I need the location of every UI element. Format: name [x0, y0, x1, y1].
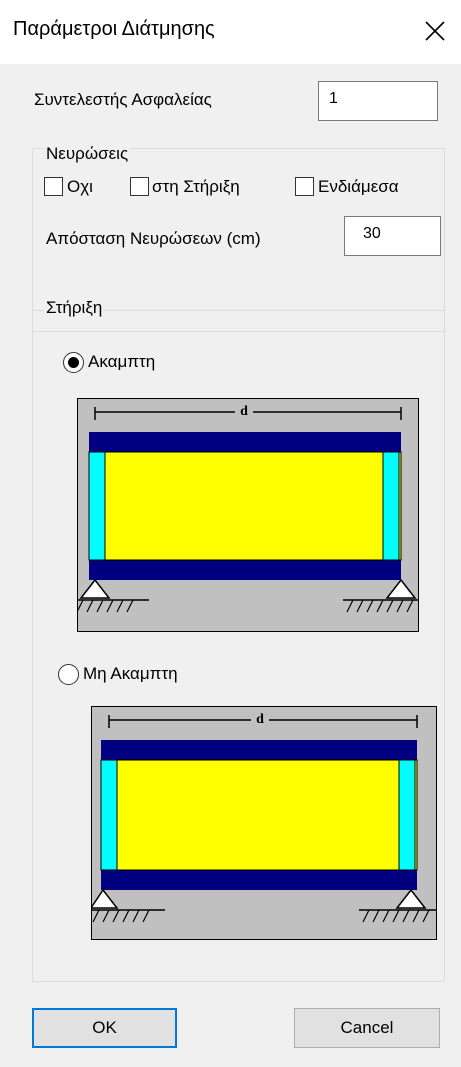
- ok-button[interactable]: OK: [32, 1008, 177, 1048]
- rigid-support-radio[interactable]: [63, 352, 84, 373]
- dialog-body: Συντελεστής Ασφαλείας 1 Νευρώσεις Οχι στ…: [0, 64, 461, 1067]
- ribs-group-title: Νευρώσεις: [44, 144, 131, 164]
- rib-support-checkbox[interactable]: [130, 177, 149, 196]
- rib-distance-label: Απόσταση Νευρώσεων (cm): [46, 229, 261, 248]
- non-rigid-support-diagram: d: [89, 705, 438, 945]
- non-rigid-support-label[interactable]: Μη Ακαμπτη: [83, 664, 178, 684]
- dimension-d-label: d: [240, 404, 248, 419]
- rigid-support-label[interactable]: Ακαμπτη: [88, 352, 155, 372]
- dimension-d-label: d: [256, 712, 264, 727]
- title-bar: Παράμετροι Διάτμησης: [0, 0, 461, 64]
- window-title: Παράμετροι Διάτμησης: [13, 18, 215, 40]
- safety-factor-input[interactable]: 1: [318, 81, 438, 121]
- non-rigid-support-radio[interactable]: [58, 664, 79, 685]
- rib-intermediate-checkbox[interactable]: [295, 177, 314, 196]
- safety-factor-label: Συντελεστής Ασφαλείας: [34, 90, 212, 109]
- support-group-title: Στήριξη: [44, 298, 105, 318]
- cancel-button[interactable]: Cancel: [294, 1008, 440, 1048]
- close-icon[interactable]: [418, 14, 452, 48]
- radio-selected-dot: [68, 357, 79, 368]
- rib-intermediate-label[interactable]: Ενδιάμεσα: [318, 177, 399, 197]
- rib-none-label[interactable]: Οχι: [67, 177, 93, 197]
- rib-support-label[interactable]: στη Στήριξη: [152, 177, 240, 197]
- rigid-support-diagram: d: [76, 397, 420, 637]
- rib-distance-input[interactable]: 30: [344, 216, 441, 256]
- rib-none-checkbox[interactable]: [44, 177, 63, 196]
